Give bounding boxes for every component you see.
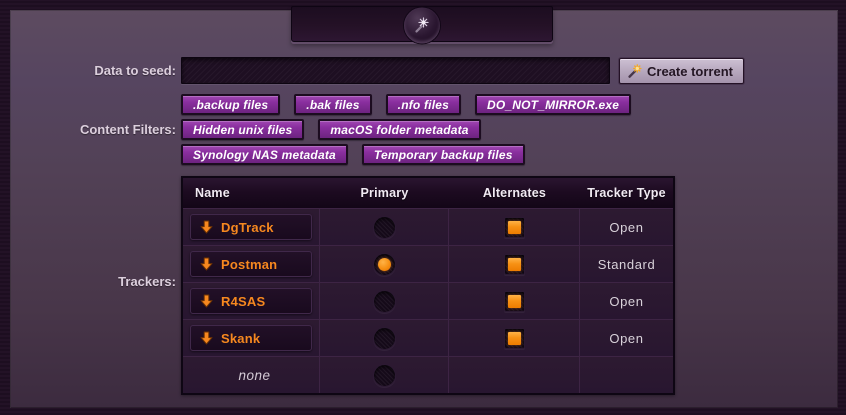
table-row: Postman Standard — [183, 245, 673, 282]
tracker-type-cell: Standard — [580, 246, 673, 282]
alternates-cell — [449, 246, 580, 282]
data-to-seed-input[interactable] — [181, 57, 610, 84]
tracker-none-label: none — [190, 368, 319, 383]
tracker-type-cell: Open — [580, 283, 673, 319]
download-arrow-icon — [200, 257, 213, 271]
name-cell: DgTrack — [183, 209, 320, 245]
filter-chip[interactable]: macOS folder metadata — [318, 119, 480, 140]
table-header-row: NamePrimaryAlternatesTracker Type — [183, 178, 673, 208]
download-arrow-icon — [200, 294, 213, 308]
primary-radio[interactable] — [373, 253, 396, 276]
primary-radio[interactable] — [373, 290, 396, 313]
filter-chip[interactable]: .bak files — [294, 94, 371, 115]
filter-chip[interactable]: DO_NOT_MIRROR.exe — [475, 94, 631, 115]
primary-cell — [320, 209, 449, 245]
tracker-name-button[interactable]: DgTrack — [190, 214, 312, 240]
tracker-type-label: Open — [609, 220, 643, 235]
magic-wand-knob — [404, 7, 440, 43]
content-filter-chips: .backup files .bak files .nfo files DO_NOT_… — [181, 94, 643, 165]
alternates-cell — [449, 357, 580, 393]
table-row: DgTrack Open — [183, 208, 673, 245]
primary-cell — [320, 357, 449, 393]
alternates-checkbox[interactable] — [504, 291, 525, 312]
name-cell: Postman — [183, 246, 320, 282]
table-row: R4SAS Open — [183, 282, 673, 319]
name-cell: none — [183, 357, 320, 393]
tracker-name-button[interactable]: Postman — [190, 251, 312, 277]
tracker-name-label: DgTrack — [221, 220, 274, 235]
alternates-cell — [449, 209, 580, 245]
alternates-checkbox[interactable] — [504, 217, 525, 238]
primary-cell — [320, 320, 449, 356]
column-header-name: Name — [183, 178, 320, 208]
tracker-type-label: Open — [609, 331, 643, 346]
primary-radio[interactable] — [373, 364, 396, 387]
create-torrent-label: Create torrent — [647, 64, 733, 79]
name-cell: Skank — [183, 320, 320, 356]
trackers-label: Trackers: — [0, 274, 176, 289]
download-arrow-icon — [200, 331, 213, 345]
magic-wand-sparkle-icon — [412, 15, 432, 35]
primary-cell — [320, 283, 449, 319]
primary-radio[interactable] — [373, 327, 396, 350]
tracker-name-button[interactable]: Skank — [190, 325, 312, 351]
alternates-checkbox[interactable] — [504, 328, 525, 349]
data-to-seed-label: Data to seed: — [0, 63, 176, 78]
table-body: DgTrackOpenPostmanStandardR4SASOpenSkank… — [183, 208, 673, 393]
content-filters-label: Content Filters: — [0, 122, 176, 137]
filter-chip[interactable]: .backup files — [181, 94, 280, 115]
top-tab-handle[interactable] — [291, 6, 553, 42]
column-header-alternates: Alternates — [449, 178, 580, 208]
filter-chip[interactable]: .nfo files — [386, 94, 461, 115]
filter-chip[interactable]: Synology NAS metadata — [181, 144, 348, 165]
alternates-checkbox[interactable] — [504, 254, 525, 275]
magic-wand-icon — [627, 64, 642, 79]
trackers-table: NamePrimaryAlternatesTracker Type DgTrac… — [181, 176, 675, 395]
primary-cell — [320, 246, 449, 282]
alternates-cell — [449, 283, 580, 319]
column-header-primary: Primary — [320, 178, 449, 208]
filter-chip[interactable]: Temporary backup files — [362, 144, 525, 165]
tracker-type-label: Standard — [598, 257, 656, 272]
tracker-type-cell: Open — [580, 209, 673, 245]
table-row: none — [183, 356, 673, 393]
tracker-type-cell: Open — [580, 320, 673, 356]
column-header-tracker-type: Tracker Type — [580, 178, 673, 208]
filter-chip[interactable]: Hidden unix files — [181, 119, 304, 140]
tracker-name-label: R4SAS — [221, 294, 265, 309]
alternates-cell — [449, 320, 580, 356]
tracker-name-label: Postman — [221, 257, 277, 272]
tracker-name-label: Skank — [221, 331, 260, 346]
tracker-type-label: Open — [609, 294, 643, 309]
download-arrow-icon — [200, 220, 213, 234]
table-row: Skank Open — [183, 319, 673, 356]
tracker-type-cell — [580, 357, 673, 393]
name-cell: R4SAS — [183, 283, 320, 319]
primary-radio[interactable] — [373, 216, 396, 239]
tracker-name-button[interactable]: R4SAS — [190, 288, 312, 314]
create-torrent-button[interactable]: Create torrent — [619, 58, 744, 84]
